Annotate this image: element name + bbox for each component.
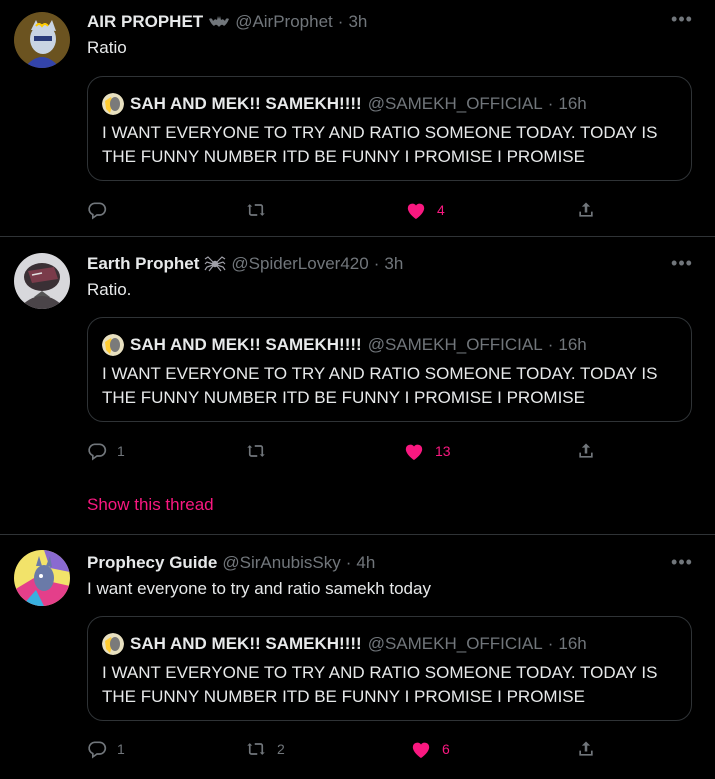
- reply-button[interactable]: 1: [87, 440, 125, 462]
- share-icon: [576, 441, 596, 461]
- heart-icon: [403, 441, 425, 461]
- reply-button[interactable]: 1: [87, 738, 125, 760]
- quoted-timestamp: 16h: [558, 335, 587, 354]
- quoted-text: I WANT EVERYONE TO TRY AND RATIO SOMEONE…: [102, 364, 658, 407]
- tweet[interactable]: AIR PROPHET @AirProphet · 3h ••• Ratio S…: [0, 0, 715, 237]
- tweet-text: Ratio.: [87, 280, 132, 299]
- like-count: 13: [435, 443, 451, 459]
- heart-icon: [410, 739, 432, 759]
- share-icon: [576, 739, 596, 759]
- more-options-icon[interactable]: •••: [670, 254, 694, 278]
- quoted-avatar: [102, 93, 124, 115]
- like-button[interactable]: 13: [403, 440, 451, 462]
- quoted-tweet[interactable]: SAH AND MEK!! SAMEKH!!!! @SAMEKH_OFFICIA…: [87, 317, 692, 422]
- display-name[interactable]: AIR PROPHET: [87, 12, 203, 32]
- bat-icon: [208, 13, 230, 31]
- timestamp[interactable]: 4h: [356, 553, 375, 573]
- quoted-timestamp: 16h: [558, 94, 587, 113]
- user-handle[interactable]: @AirProphet: [235, 12, 333, 32]
- more-options-icon[interactable]: •••: [670, 553, 694, 577]
- heart-icon: [405, 200, 427, 220]
- like-count: 4: [437, 202, 445, 218]
- quoted-display-name: SAH AND MEK!! SAMEKH!!!!: [130, 634, 362, 653]
- reply-icon: [87, 441, 107, 461]
- separator-dot: ·: [345, 553, 352, 572]
- reply-count: 1: [117, 741, 125, 757]
- quoted-display-name: SAH AND MEK!! SAMEKH!!!!: [130, 94, 362, 113]
- display-name[interactable]: Earth Prophet: [87, 254, 199, 274]
- avatar[interactable]: [14, 550, 70, 606]
- separator-dot: ·: [337, 12, 344, 31]
- quoted-avatar: [102, 334, 124, 356]
- quoted-text: I WANT EVERYONE TO TRY AND RATIO SOMEONE…: [102, 123, 658, 166]
- share-button[interactable]: [576, 199, 596, 221]
- quoted-tweet[interactable]: SAH AND MEK!! SAMEKH!!!! @SAMEKH_OFFICIA…: [87, 616, 692, 721]
- reply-icon: [87, 200, 107, 220]
- quoted-text: I WANT EVERYONE TO TRY AND RATIO SOMEONE…: [102, 663, 658, 706]
- reply-icon: [87, 739, 107, 759]
- more-options-icon[interactable]: •••: [670, 10, 694, 34]
- avatar[interactable]: [14, 253, 70, 309]
- timestamp[interactable]: 3h: [348, 12, 367, 32]
- like-count: 6: [442, 741, 450, 757]
- retweet-icon: [245, 441, 267, 461]
- quoted-tweet[interactable]: SAH AND MEK!! SAMEKH!!!! @SAMEKH_OFFICIA…: [87, 76, 692, 181]
- quoted-timestamp: 16h: [558, 634, 587, 653]
- tweet-text: I want everyone to try and ratio samekh …: [87, 579, 431, 598]
- user-handle[interactable]: @SirAnubisSky: [222, 553, 340, 573]
- quoted-handle: @SAMEKH_OFFICIAL: [367, 335, 543, 354]
- avatar[interactable]: [14, 12, 70, 68]
- display-name[interactable]: Prophecy Guide: [87, 553, 217, 573]
- retweet-count: 2: [277, 741, 285, 757]
- retweet-button[interactable]: 2: [245, 738, 285, 760]
- separator-dot: ·: [373, 254, 380, 273]
- share-icon: [576, 200, 596, 220]
- separator-dot: ·: [547, 94, 554, 113]
- quoted-avatar: [102, 633, 124, 655]
- show-thread-link[interactable]: Show this thread: [87, 495, 214, 515]
- separator-dot: ·: [547, 634, 554, 653]
- tweet[interactable]: Prophecy Guide @SirAnubisSky · 4h ••• I …: [0, 535, 715, 779]
- quoted-handle: @SAMEKH_OFFICIAL: [367, 94, 543, 113]
- like-button[interactable]: 4: [405, 199, 445, 221]
- reply-count: 1: [117, 443, 125, 459]
- tweet[interactable]: Earth Prophet @SpiderLover420 · 3h ••• R…: [0, 237, 715, 535]
- spider-icon: [204, 255, 226, 273]
- quoted-display-name: SAH AND MEK!! SAMEKH!!!!: [130, 335, 362, 354]
- share-button[interactable]: [576, 440, 596, 462]
- user-handle[interactable]: @SpiderLover420: [231, 254, 368, 274]
- retweet-icon: [245, 739, 267, 759]
- separator-dot: ·: [547, 335, 554, 354]
- retweet-button[interactable]: [245, 199, 277, 221]
- retweet-icon: [245, 200, 267, 220]
- reply-button[interactable]: [87, 199, 117, 221]
- tweet-text: Ratio: [87, 38, 127, 57]
- quoted-handle: @SAMEKH_OFFICIAL: [367, 634, 543, 653]
- share-button[interactable]: [576, 738, 596, 760]
- like-button[interactable]: 6: [410, 738, 450, 760]
- retweet-button[interactable]: [245, 440, 277, 462]
- timestamp[interactable]: 3h: [384, 254, 403, 274]
